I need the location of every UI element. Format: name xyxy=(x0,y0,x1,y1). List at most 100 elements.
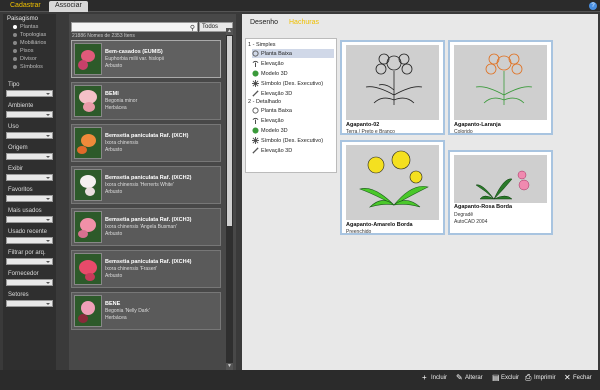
plant-type: Herbácea xyxy=(105,104,127,111)
drawing-tile[interactable]: Agapanto-02 Terra / Preto e Branco xyxy=(340,40,445,135)
plus-icon: + xyxy=(422,373,427,382)
scroll-up-icon[interactable]: ▲ xyxy=(226,28,233,35)
filter-select-ambiente[interactable] xyxy=(6,111,53,118)
tree-item[interactable]: Modelo 3D xyxy=(252,69,334,78)
incluir-button[interactable]: + Incluir xyxy=(422,373,448,382)
tab-hachuras[interactable]: Hachuras xyxy=(284,17,324,28)
list-item[interactable]: BEMI Begonia minor Herbácea xyxy=(71,82,221,120)
radio-label: Plantas xyxy=(20,24,39,30)
elevation-3d-icon xyxy=(252,90,259,97)
model-3d-icon xyxy=(252,70,259,77)
tree-item[interactable]: Planta Baixa xyxy=(252,49,334,58)
tile-title: Agapanto-Amarelo Borda xyxy=(346,222,413,228)
scroll-down-icon[interactable]: ▼ xyxy=(226,363,233,370)
excluir-button[interactable]: ▤ Excluir xyxy=(492,374,520,382)
tab-associar[interactable]: Associar xyxy=(49,1,88,12)
drawing-preview xyxy=(346,145,439,220)
filter-label-origem: Origem xyxy=(8,145,28,151)
help-icon[interactable]: ? xyxy=(589,2,597,10)
filter-select-origem[interactable] xyxy=(6,153,53,160)
radio-topologias[interactable]: Topologias xyxy=(13,32,56,38)
printer-icon: ⎙ xyxy=(525,373,532,382)
filter-select-filtrar-arq[interactable] xyxy=(6,258,53,265)
drawing-tile[interactable]: Agapanto-Amarelo Borda Preenchido xyxy=(340,140,445,235)
filter-select-uso[interactable] xyxy=(6,132,53,139)
fechar-button[interactable]: ✕ Fechar xyxy=(564,373,592,382)
plant-thumbnail xyxy=(74,43,102,75)
filter-select-fornecedor[interactable] xyxy=(6,279,53,286)
radio-label: Divisor xyxy=(20,56,37,62)
list-item[interactable]: BENE Begonia 'Nelly Dark' Herbácea xyxy=(71,292,221,330)
tile-title: Agapanto-Laranja xyxy=(454,122,501,128)
tab-cadastrar[interactable]: Cadastrar xyxy=(4,1,47,12)
tree-group[interactable]: 2 - Detalhado xyxy=(248,99,334,105)
radio-icon xyxy=(13,65,17,69)
tree-item[interactable]: Símbolo (Des. Executivo) xyxy=(252,79,334,88)
tree-item[interactable]: Modelo 3D xyxy=(252,126,334,135)
tab-desenho[interactable]: Desenho xyxy=(245,17,284,28)
filter-select-usado-recente[interactable] xyxy=(6,237,53,244)
scroll-thumb[interactable] xyxy=(227,36,232,226)
filter-select-setores[interactable] xyxy=(6,300,53,307)
radio-plantas[interactable]: Plantas xyxy=(13,24,56,30)
filter-sidebar: Paisagismo Plantas Topologias Mobiliário… xyxy=(3,14,56,370)
close-icon: ✕ xyxy=(564,373,571,382)
radio-pisos[interactable]: Pisos xyxy=(13,48,56,54)
tree-item[interactable]: Símbolo (Des. Executivo) xyxy=(252,136,334,145)
list-item[interactable]: Bem-casados (EUMI5) Euphorbia milii var. … xyxy=(71,40,221,78)
plant-sci-name: Ixora chinensis 'Fraseri' xyxy=(105,265,158,272)
tree-item-label: Elevação 3D xyxy=(261,147,293,154)
search-input[interactable]: ⚲ xyxy=(71,22,198,32)
tree-group[interactable]: 1 - Simples xyxy=(248,42,334,48)
imprimir-button[interactable]: ⎙ Imprimir xyxy=(525,373,556,382)
radio-divisor[interactable]: Divisor xyxy=(13,56,56,62)
tree-item-label: Modelo 3D xyxy=(261,127,288,134)
filter-select-tipo[interactable] xyxy=(6,90,53,97)
drawing-type-tree: 1 - Simples Planta Baixa Elevação Modelo… xyxy=(245,38,337,173)
plant-sci-name: Ixora chinensis 'Herrerts White' xyxy=(105,181,174,188)
elevation-3d-icon xyxy=(252,147,259,154)
drawing-tile[interactable]: Agapanto-Laranja Colorido xyxy=(448,40,553,135)
filter-select-exibir[interactable] xyxy=(6,174,53,181)
tree-item-label: Elevação xyxy=(261,117,284,124)
button-label: Imprimir xyxy=(534,374,556,381)
list-item[interactable]: Bemsetia paniculata Raf. (IXCH3) Ixora ch… xyxy=(71,208,221,246)
radio-selected-icon xyxy=(13,25,17,29)
tree-item[interactable]: Elevação xyxy=(252,116,334,125)
drawing-preview xyxy=(346,45,439,120)
tree-item[interactable]: Elevação 3D xyxy=(252,146,334,155)
tile-title: Agapanto-Rosa Borda xyxy=(454,204,513,210)
top-bar: Cadastrar Associar ? xyxy=(0,0,600,12)
plant-name: BENE xyxy=(105,300,121,307)
alterar-button[interactable]: ✎ Alterar xyxy=(456,374,483,382)
search-icon[interactable]: ⚲ xyxy=(190,24,195,32)
filter-select-favoritos[interactable] xyxy=(6,195,53,202)
tree-item-label: Símbolo (Des. Executivo) xyxy=(261,80,324,87)
list-item[interactable]: Bemsetia paniculata Raf. (IXCH) Ixora chi… xyxy=(71,124,221,162)
filter-select-mais-usados[interactable] xyxy=(6,216,53,223)
plant-thumbnail xyxy=(74,169,102,201)
tree-item[interactable]: Planta Baixa xyxy=(252,106,334,115)
radio-icon xyxy=(13,57,17,61)
plant-sci-name: Begonia minor xyxy=(105,97,138,104)
tree-item[interactable]: Elevação 3D xyxy=(252,89,334,98)
list-item[interactable]: Bemsetia paniculata Raf. (IXCH4) Ixora ch… xyxy=(71,250,221,288)
tree-item-label: Elevação 3D xyxy=(261,90,293,97)
radio-mobiliarios[interactable]: Mobiliários xyxy=(13,40,56,46)
filter-label-filtrar-arq: Filtrar por arq. xyxy=(8,250,46,256)
plant-list: Bem-casados (EUMI5) Euphorbia milii var. … xyxy=(71,40,221,334)
plant-sci-name: Ixora chinensis xyxy=(105,139,139,146)
radio-label: Topologias xyxy=(20,32,47,38)
tile-desc: Degradê xyxy=(454,212,474,218)
button-label: Incluir xyxy=(431,374,448,381)
drawing-tile[interactable]: Agapanto-Rosa Borda Degradê AutoCAD 2004 xyxy=(448,150,553,235)
list-item[interactable]: Bemsetia paniculata Raf. (IXCH2) Ixora ch… xyxy=(71,166,221,204)
button-label: Excluir xyxy=(501,374,520,381)
tree-item-label: Símbolo (Des. Executivo) xyxy=(261,137,324,144)
tree-item[interactable]: Elevação xyxy=(252,59,334,68)
tree-item-label: Modelo 3D xyxy=(261,70,288,77)
plant-type: Arbusto xyxy=(105,272,123,279)
plant-thumbnail xyxy=(74,253,102,285)
filter-label-uso: Uso xyxy=(8,124,19,130)
list-scrollbar[interactable]: ▲ ▼ xyxy=(226,28,233,370)
